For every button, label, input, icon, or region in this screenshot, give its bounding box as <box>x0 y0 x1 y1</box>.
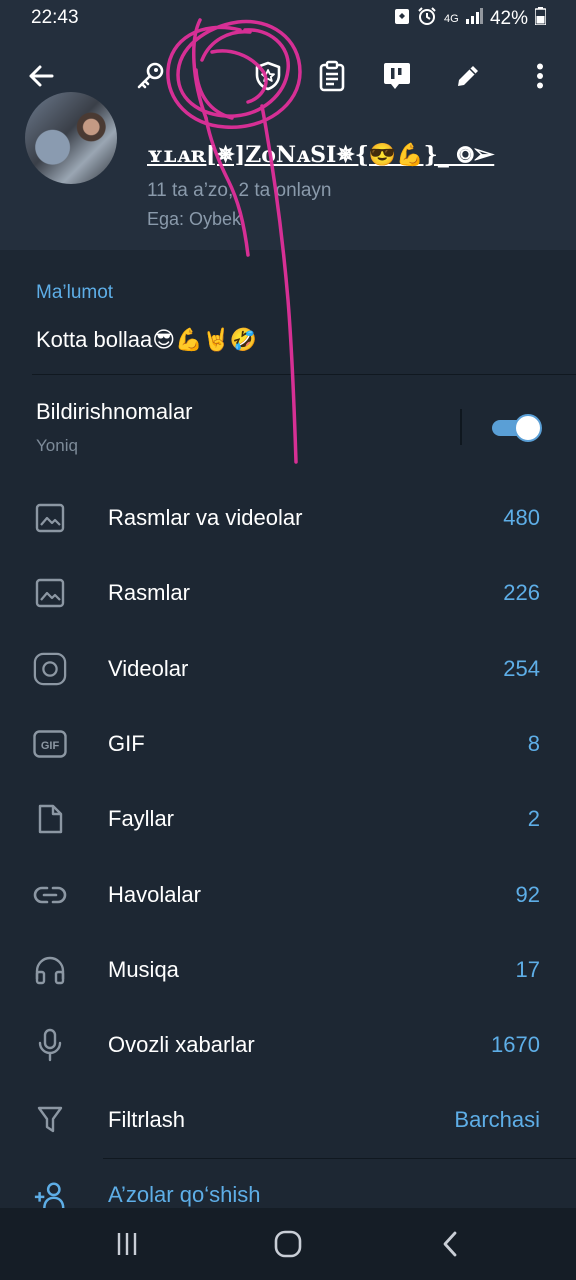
status-time: 22:43 <box>31 7 79 28</box>
key-icon[interactable] <box>128 54 172 98</box>
media-row-label: Videolar <box>108 656 189 681</box>
poll-icon[interactable] <box>375 54 419 98</box>
status-icons: 4G 42% <box>394 6 547 32</box>
group-members-status: 11 ta a’zo, 2 ta onlayn <box>147 180 332 201</box>
media-row[interactable]: Ovozli xabarlar 1670 <box>0 1008 576 1083</box>
media-row-count: 2 <box>527 806 540 831</box>
video-circle-icon <box>33 652 67 686</box>
notifications-status: Yoniq <box>36 436 78 455</box>
link-icon <box>33 878 67 912</box>
filter-icon <box>33 1103 67 1137</box>
media-row[interactable]: Filtrlash Barchasi <box>0 1083 576 1158</box>
media-row[interactable]: Rasmlar 226 <box>0 556 576 631</box>
svg-text:GIF: GIF <box>41 740 60 752</box>
image-icon <box>33 576 67 610</box>
media-row[interactable]: GIF GIF 8 <box>0 707 576 782</box>
media-row-label: Fayllar <box>108 806 175 831</box>
group-description: Kotta bollaa😎💪🤘🤣 <box>36 327 258 352</box>
notifications-label[interactable]: Bildirishnomalar <box>36 399 193 425</box>
signal-icon <box>465 8 483 30</box>
group-name: ʏʟᴀʀ[✵]ZᴏNᴀSI✵{😎💪}_ ⭗➢ <box>147 142 495 168</box>
media-row-count: Barchasi <box>454 1107 540 1132</box>
media-row[interactable]: Musiqa 17 <box>0 933 576 1008</box>
clipboard-icon[interactable] <box>310 54 354 98</box>
media-row-label: Filtrlash <box>108 1107 186 1132</box>
notifications-toggle[interactable] <box>492 414 544 442</box>
system-nav-bar <box>0 1208 576 1280</box>
divider <box>460 409 462 445</box>
microphone-icon <box>33 1028 67 1062</box>
media-row-label: Rasmlar <box>108 580 190 605</box>
gif-icon: GIF <box>33 727 67 761</box>
info-section-title: Ma’lumot <box>36 282 114 303</box>
media-row-label: GIF <box>108 731 145 756</box>
headphones-icon <box>33 953 67 987</box>
more-vertical-icon[interactable] <box>518 54 562 98</box>
media-row-count: 8 <box>527 731 540 756</box>
recent-apps-icon[interactable] <box>107 1228 147 1260</box>
group-avatar[interactable] <box>25 92 117 184</box>
media-row-label: Ovozli xabarlar <box>108 1032 255 1057</box>
media-row-count: 1670 <box>491 1032 540 1057</box>
back-arrow-icon[interactable] <box>19 54 63 98</box>
media-row-label: Musiqa <box>108 957 179 982</box>
home-icon[interactable] <box>268 1228 308 1260</box>
media-row-count: 17 <box>515 957 540 982</box>
battery-icon <box>534 7 547 31</box>
image-icon <box>33 501 67 535</box>
back-nav-icon[interactable] <box>430 1228 470 1260</box>
divider <box>32 374 576 375</box>
media-row-label: Havolalar <box>108 882 201 907</box>
pencil-icon[interactable] <box>446 54 490 98</box>
shield-star-icon[interactable] <box>246 54 290 98</box>
media-row-count: 226 <box>503 580 540 605</box>
group-owner: Ega: Oybek <box>147 209 242 229</box>
notification-icon <box>394 7 410 31</box>
media-row-count: 480 <box>503 505 540 530</box>
alarm-icon <box>417 6 437 32</box>
file-icon <box>33 802 67 836</box>
network-type: 4G <box>443 13 459 25</box>
media-row-count: 92 <box>515 882 540 907</box>
add-user-icon <box>33 1178 67 1212</box>
media-row-count: 254 <box>503 656 540 681</box>
battery-percent: 42% <box>489 8 528 29</box>
media-row-label: Rasmlar va videolar <box>108 505 303 530</box>
add-members-label: A’zolar qo‘shish <box>108 1182 261 1207</box>
media-row[interactable]: Havolalar 92 <box>0 858 576 933</box>
media-row[interactable]: Fayllar 2 <box>0 782 576 857</box>
status-bar: 22:43 4G 42% <box>0 0 576 36</box>
media-row[interactable]: Rasmlar va videolar 480 <box>0 481 576 556</box>
media-row[interactable]: Videolar 254 <box>0 632 576 707</box>
